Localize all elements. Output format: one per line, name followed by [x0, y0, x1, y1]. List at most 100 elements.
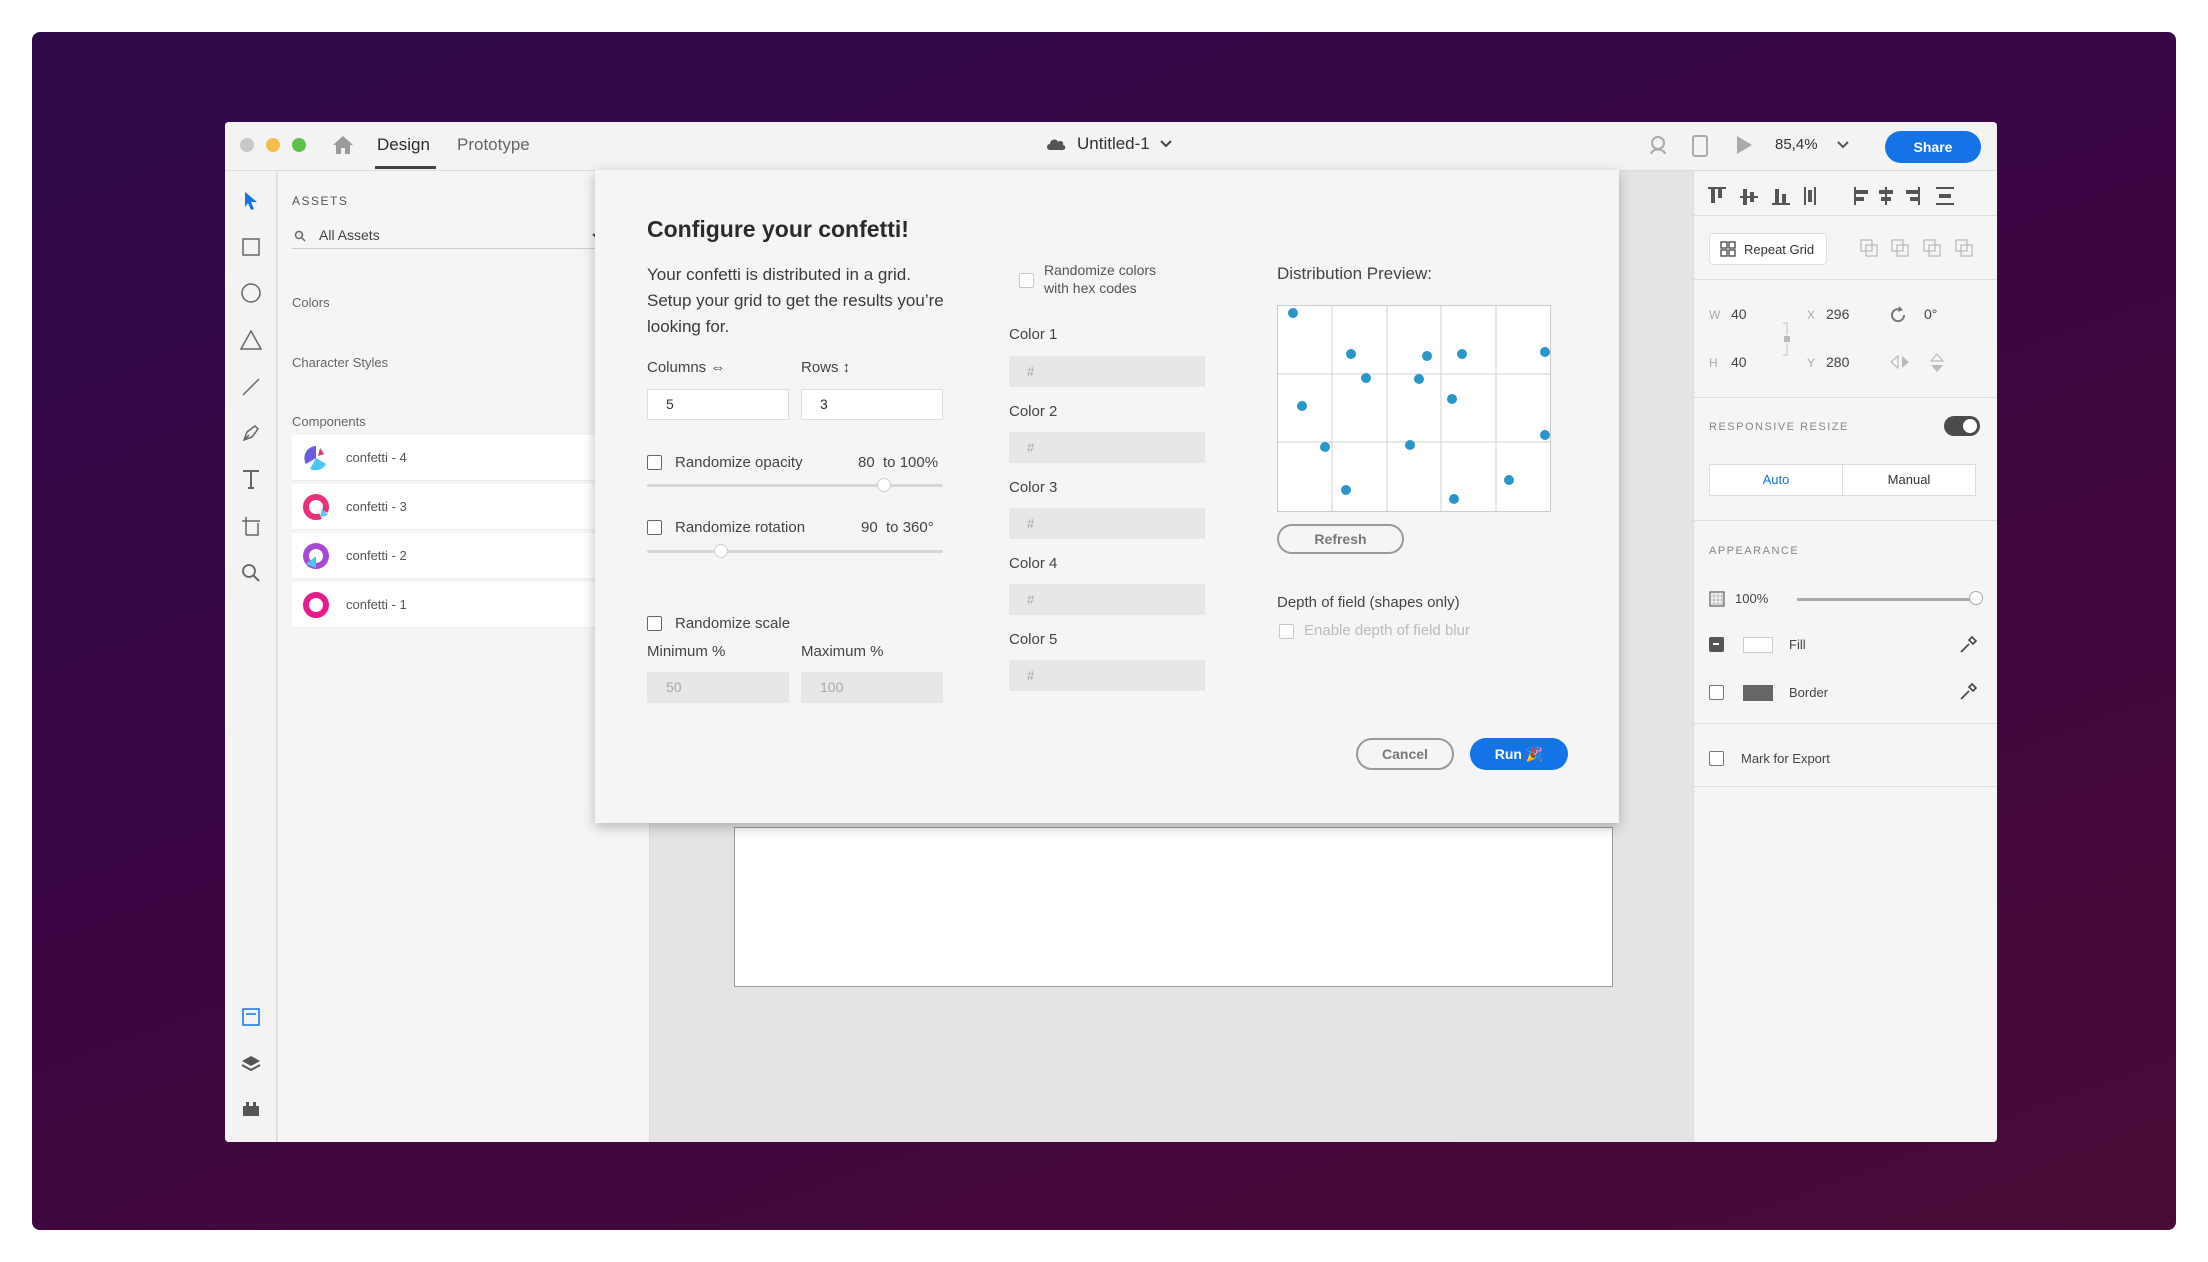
color-3-input[interactable]: # [1009, 508, 1205, 539]
eyedropper-icon[interactable] [1958, 635, 1978, 655]
text-icon[interactable] [239, 467, 263, 491]
opacity-slider-knob[interactable] [876, 478, 891, 492]
preview-dot [1457, 349, 1467, 359]
rotation-range: 90 to 360° [861, 519, 934, 536]
opacity-slider-knob[interactable] [1969, 591, 1983, 605]
border-swatch[interactable] [1743, 685, 1773, 701]
flip-horizontal-icon[interactable] [1890, 355, 1910, 369]
fill-checkbox[interactable] [1709, 637, 1724, 652]
app-window: Design Prototype Untitled-1 85,4% Share [225, 122, 1997, 1142]
close-window-button[interactable] [240, 138, 254, 152]
divider [1694, 723, 1997, 724]
randomize-colors-label-2: with hex codes [1044, 280, 1137, 296]
component-label: confetti - 3 [346, 499, 407, 514]
width-input[interactable]: 40 [1731, 306, 1747, 322]
maximum-label: Maximum % [801, 643, 884, 660]
minimize-window-button[interactable] [266, 138, 280, 152]
depth-of-field-label: Depth of field (shapes only) [1277, 594, 1460, 611]
color-1-label: Color 1 [1009, 326, 1058, 343]
rows-input[interactable]: 3 [801, 389, 943, 420]
plugins-icon[interactable] [239, 1097, 263, 1121]
color-2-label: Color 2 [1009, 403, 1058, 420]
color-1-input[interactable]: # [1009, 356, 1205, 387]
lock-aspect-icon[interactable] [1782, 321, 1792, 357]
resize-mode-manual[interactable]: Manual [1842, 464, 1976, 496]
preview-dot [1504, 475, 1514, 485]
y-input[interactable]: 280 [1826, 354, 1849, 370]
eyedropper-icon[interactable] [1958, 682, 1978, 702]
color-4-input[interactable]: # [1009, 584, 1205, 615]
distribution-preview-label: Distribution Preview: [1277, 264, 1432, 283]
zoom-window-button[interactable] [292, 138, 306, 152]
component-label: confetti - 4 [346, 450, 407, 465]
randomize-rotation-checkbox[interactable] [647, 520, 662, 535]
document-title-menu[interactable]: Untitled-1 [1045, 134, 1172, 154]
user-icon[interactable] [1648, 135, 1668, 155]
home-icon[interactable] [332, 135, 354, 155]
confetti-2-thumbnail [303, 542, 329, 569]
rectangle-icon[interactable] [239, 235, 263, 259]
align-tools[interactable] [1708, 187, 1978, 207]
color-5-input[interactable]: # [1009, 660, 1205, 691]
randomize-scale-label: Randomize scale [675, 615, 791, 632]
select-icon[interactable] [239, 189, 263, 213]
color-2-input[interactable]: # [1009, 432, 1205, 463]
property-inspector: Repeat Grid W 40 X 296 0° H 40 Y 280 RES… [1693, 171, 1997, 1142]
randomize-colors-checkbox[interactable] [1019, 273, 1034, 288]
resize-mode-auto[interactable]: Auto [1709, 464, 1843, 496]
responsive-resize-toggle[interactable] [1944, 416, 1980, 436]
opacity-value[interactable]: 100% [1735, 591, 1768, 606]
preview-dot [1449, 494, 1459, 504]
preview-dot [1297, 401, 1307, 411]
document-title: Untitled-1 [1077, 134, 1150, 153]
device-icon[interactable] [1692, 135, 1708, 157]
preview-dot [1422, 351, 1432, 361]
line-icon[interactable] [239, 375, 263, 399]
minimum-input[interactable]: 50 [647, 672, 789, 703]
refresh-button[interactable]: Refresh [1277, 524, 1404, 554]
height-input[interactable]: 40 [1731, 354, 1747, 370]
assets-icon[interactable] [239, 1005, 263, 1029]
zoom-level[interactable]: 85,4% [1775, 136, 1818, 153]
polygon-icon[interactable] [239, 328, 263, 352]
depth-blur-checkbox[interactable] [1279, 624, 1294, 639]
search-icon [294, 230, 306, 242]
run-button[interactable]: Run 🎉 [1470, 738, 1568, 770]
depth-blur-label: Enable depth of field blur [1304, 622, 1470, 639]
flip-vertical-icon[interactable] [1930, 353, 1944, 373]
fill-swatch[interactable] [1743, 637, 1773, 653]
appearance-label: APPEARANCE [1709, 545, 1800, 557]
artboard-icon[interactable] [239, 514, 263, 538]
mark-for-export-checkbox[interactable] [1709, 751, 1724, 766]
maximum-input[interactable]: 100 [801, 672, 943, 703]
zoom-icon[interactable] [239, 561, 263, 585]
zoom-chevron-icon[interactable] [1837, 141, 1849, 149]
rotation-slider-knob[interactable] [714, 544, 728, 558]
ellipse-icon[interactable] [239, 281, 263, 305]
character-styles-section[interactable]: Character Styles [292, 355, 388, 370]
share-button[interactable]: Share [1885, 131, 1981, 163]
x-input[interactable]: 296 [1826, 306, 1849, 322]
randomize-scale-checkbox[interactable] [647, 616, 662, 631]
tab-prototype[interactable]: Prototype [457, 135, 530, 155]
pen-icon[interactable] [239, 421, 263, 445]
layers-icon[interactable] [239, 1052, 263, 1076]
randomize-opacity-checkbox[interactable] [647, 455, 662, 470]
opacity-slider-track[interactable] [1797, 598, 1975, 601]
x-label: X [1807, 308, 1816, 322]
border-checkbox[interactable] [1709, 685, 1724, 700]
cancel-button[interactable]: Cancel [1356, 738, 1454, 770]
colors-section[interactable]: Colors [292, 295, 330, 310]
components-section[interactable]: Components [292, 414, 366, 429]
rotation-slider-track[interactable] [647, 550, 943, 553]
artboard[interactable] [734, 827, 1613, 987]
boolean-ops-icons[interactable] [1860, 239, 1978, 259]
columns-input[interactable]: 5 [647, 389, 789, 420]
assets-filter-dropdown[interactable]: All Assets [292, 227, 604, 249]
play-icon[interactable] [1735, 135, 1753, 155]
preview-dot [1447, 394, 1457, 404]
tab-design[interactable]: Design [377, 135, 430, 155]
rotation-input[interactable]: 0° [1924, 306, 1937, 322]
repeat-grid-button[interactable]: Repeat Grid [1709, 233, 1827, 265]
opacity-slider-track[interactable] [647, 484, 943, 487]
